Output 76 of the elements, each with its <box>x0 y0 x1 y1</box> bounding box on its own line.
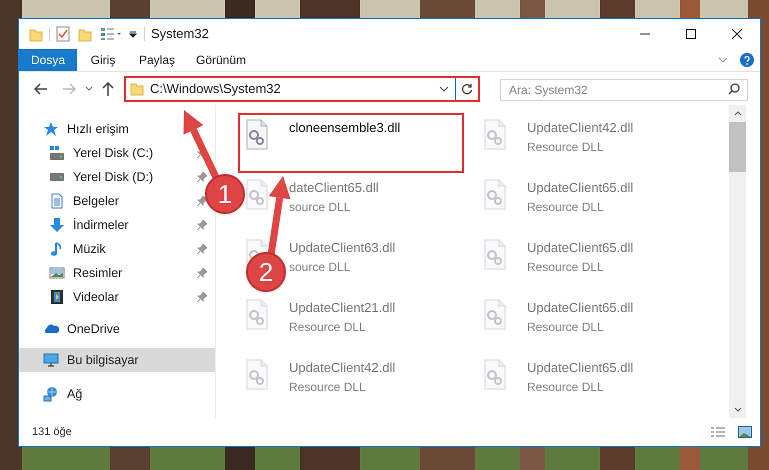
item-count: 131 öğe <box>32 424 72 440</box>
nav-item[interactable]: Belgeler <box>49 189 119 213</box>
nav-item[interactable]: Müzik <box>49 237 106 261</box>
nav-item[interactable]: İndirmeler <box>49 213 129 237</box>
address-bar[interactable]: C:\Windows\System32 <box>124 76 480 102</box>
folder-icon[interactable] <box>29 26 43 42</box>
file-type: source DLL <box>289 258 352 276</box>
nav-item[interactable]: OneDrive <box>43 317 120 341</box>
file-type: Resource DLL <box>527 378 605 396</box>
file-type: Resource DLL <box>289 318 367 336</box>
film-icon <box>49 289 65 305</box>
close-icon <box>732 29 742 39</box>
image-icon <box>49 265 65 281</box>
file-name[interactable]: UpdateClient42.dll <box>527 118 634 138</box>
up-arrow-icon[interactable] <box>102 82 114 96</box>
ribbon-tab[interactable]: Giriş <box>77 49 129 71</box>
folder-icon <box>130 81 144 96</box>
back-arrow-icon[interactable] <box>34 82 48 94</box>
help-icon[interactable] <box>740 53 754 67</box>
dropdown-icon[interactable] <box>128 29 138 39</box>
ribbon-tab[interactable]: Paylaş <box>129 49 185 71</box>
file-type: Resource DLL <box>527 138 605 156</box>
file-type: Resource DLL <box>289 378 367 396</box>
file-type: Resource DLL <box>527 198 605 216</box>
refresh-icon[interactable] <box>461 82 473 94</box>
scrollbar[interactable] <box>729 105 746 418</box>
maximize-icon <box>686 29 696 39</box>
details-view-icon[interactable] <box>710 426 726 438</box>
nav-item[interactable]: Yerel Disk (C:) <box>49 141 154 165</box>
checklist-icon[interactable] <box>56 26 70 42</box>
ribbon-tab[interactable]: Görünüm <box>185 49 257 71</box>
pin-icon[interactable] <box>197 244 207 254</box>
file-name[interactable]: UpdateClient42.dll <box>289 358 396 378</box>
drive-icon <box>49 145 65 161</box>
scrollbar-thumb[interactable] <box>729 122 746 172</box>
ribbon-tab[interactable]: Dosya <box>19 49 77 71</box>
file-name[interactable]: cloneensemble3.dll <box>289 118 400 138</box>
down-arrow-icon <box>49 217 65 233</box>
search-icon[interactable] <box>728 82 740 94</box>
nav-item[interactable]: Bu bilgisayar <box>43 348 139 372</box>
chevron-down-icon[interactable] <box>85 86 93 91</box>
properties-icon[interactable] <box>100 27 122 41</box>
file-type: Resource DLL <box>527 318 605 336</box>
pin-icon[interactable] <box>197 172 207 182</box>
pin-icon[interactable] <box>197 292 207 302</box>
file-name[interactable]: UpdateClient21.dll <box>289 298 396 318</box>
pin-icon[interactable] <box>197 196 207 206</box>
file-name[interactable]: UpdateClient65.dll <box>527 358 634 378</box>
nav-item[interactable]: Resimler <box>49 261 122 285</box>
globe-icon <box>43 386 59 402</box>
star-icon <box>43 121 59 137</box>
chevron-down-icon[interactable] <box>734 407 742 412</box>
file-name[interactable]: dateClient65.dll <box>289 178 379 198</box>
nav-item[interactable]: Hızlı erişim <box>43 117 129 141</box>
window-title: System32 <box>151 25 209 44</box>
search-field[interactable]: Ara: System32 <box>500 78 748 100</box>
forward-arrow-icon[interactable] <box>62 82 76 94</box>
monitor-icon <box>43 352 59 368</box>
folder-icon[interactable] <box>78 26 92 42</box>
file-name[interactable]: UpdateClient65.dll <box>527 178 634 198</box>
chevron-up-icon[interactable] <box>734 111 742 116</box>
thumbnail-view-icon[interactable] <box>738 426 752 438</box>
chevron-down-icon <box>439 86 449 92</box>
nav-item[interactable]: Yerel Disk (D:) <box>49 165 154 189</box>
nav-item[interactable]: Videolar <box>49 285 119 309</box>
file-name[interactable]: UpdateClient65.dll <box>527 298 634 318</box>
pin-icon[interactable] <box>197 220 207 230</box>
nav-item[interactable]: Ağ <box>43 382 82 406</box>
file-type: Resource DLL <box>527 258 605 276</box>
chevron-down-icon[interactable] <box>718 57 728 63</box>
document-icon <box>49 193 65 209</box>
gear-file-icon[interactable] <box>244 119 270 151</box>
pin-icon[interactable] <box>197 268 207 278</box>
file-name[interactable]: UpdateClient63.dll <box>289 238 396 258</box>
file-name[interactable]: UpdateClient65.dll <box>527 238 634 258</box>
file-type: source DLL <box>289 198 352 216</box>
